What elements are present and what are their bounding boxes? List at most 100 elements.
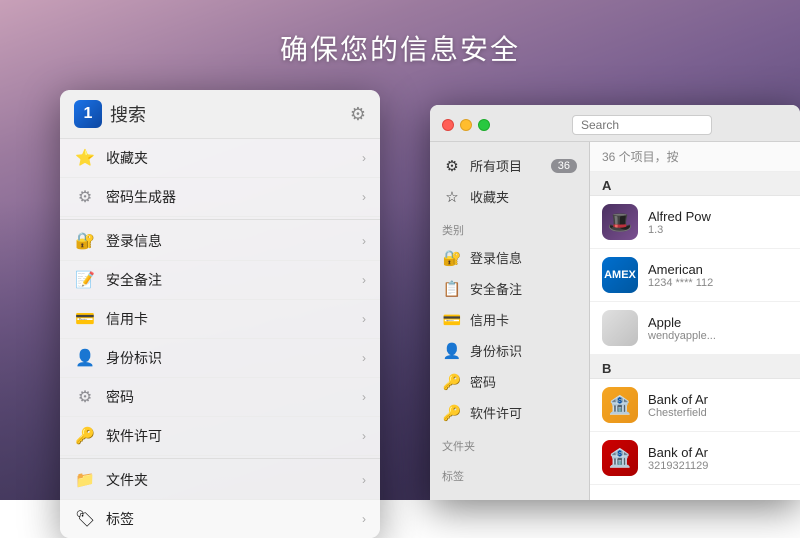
mini-item-passwords[interactable]: ⚙ 密码 › [60, 378, 380, 417]
alfred-sub: 1.3 [648, 224, 788, 236]
logins-label: 登录信息 [470, 248, 577, 267]
sidebar-item-logins[interactable]: 🔐 登录信息 [430, 242, 589, 273]
mini-gear-icon[interactable]: ⚙ [350, 104, 366, 125]
sidebar-item-all[interactable]: ⚙ 所有项目 36 [430, 150, 589, 181]
list-item-bank2[interactable]: 🏦 Bank of Ar 3219321129 [590, 432, 800, 485]
passwords-label: 密码 [106, 387, 362, 407]
chevron-icon: › [362, 234, 366, 248]
identity-icon: 👤 [74, 347, 96, 369]
section-b: B [590, 355, 800, 379]
credit-cards-label: 信用卡 [106, 309, 362, 329]
bank2-icon: 🏦 [602, 440, 638, 476]
main-list: 36 个项目，按 A 🎩 Alfred Pow 1.3 AMEX America… [590, 142, 800, 500]
main-window: ⚙ 所有项目 36 ☆ 收藏夹 类别 🔐 登录信息 📋 安全备注 💳 信用卡 [430, 105, 800, 500]
amex-name: American [648, 262, 788, 277]
chevron-icon: › [362, 151, 366, 165]
onepassword-logo: 1 [84, 105, 93, 123]
identity-icon: 👤 [442, 342, 462, 360]
software-label: 软件许可 [106, 426, 362, 446]
chevron-icon: › [362, 273, 366, 287]
all-items-icon: ⚙ [442, 157, 462, 175]
bank1-icon: 🏦 [602, 387, 638, 423]
all-items-label: 所有项目 [470, 156, 551, 175]
mini-item-credit-cards[interactable]: 💳 信用卡 › [60, 300, 380, 339]
identity-label: 身份标识 [106, 348, 362, 368]
secure-notes-icon: 📋 [442, 280, 462, 298]
tags-title: 标签 [430, 458, 589, 488]
mini-item-logins[interactable]: 🔐 登录信息 › [60, 222, 380, 261]
passwords-icon: ⚙ [74, 386, 96, 408]
section-a: A [590, 172, 800, 196]
passwords-icon: 🔑 [442, 373, 462, 391]
apple-icon [602, 310, 638, 346]
password-gen-icon: ⚙ [74, 186, 96, 208]
folders-label: 文件夹 [106, 470, 362, 490]
list-item-bank1[interactable]: 🏦 Bank of Ar Chesterfield [590, 379, 800, 432]
folders-title: 文件夹 [430, 428, 589, 458]
maximize-button[interactable] [478, 119, 490, 131]
sidebar-item-passwords[interactable]: 🔑 密码 [430, 366, 589, 397]
mini-item-folders[interactable]: 📁 文件夹 › [60, 461, 380, 500]
alfred-name: Alfred Pow [648, 209, 788, 224]
items-count: 36 个项目，按 [590, 142, 800, 172]
window-content: ⚙ 所有项目 36 ☆ 收藏夹 类别 🔐 登录信息 📋 安全备注 💳 信用卡 [430, 142, 800, 500]
mini-item-identity[interactable]: 👤 身份标识 › [60, 339, 380, 378]
favorites-label: 收藏夹 [106, 148, 362, 168]
mini-item-tags[interactable]: 🏷 标签 › [60, 500, 380, 538]
password-gen-label: 密码生成器 [106, 187, 362, 207]
mini-menu-header: 1 搜索 ⚙ [60, 90, 380, 139]
credit-cards-icon: 💳 [74, 308, 96, 330]
logins-label: 登录信息 [106, 231, 362, 251]
mini-menu: 1 搜索 ⚙ ⭐ 收藏夹 › ⚙ 密码生成器 › 🔐 登录信息 › 📝 安全备注… [60, 90, 380, 538]
security-title: 安全审查 [430, 488, 589, 500]
apple-info: Apple wendyapple... [648, 315, 788, 342]
close-button[interactable] [442, 119, 454, 131]
divider [60, 458, 380, 459]
chevron-icon: › [362, 190, 366, 204]
mini-item-favorites[interactable]: ⭐ 收藏夹 › [60, 139, 380, 178]
page-title: 确保您的信息安全 [0, 28, 800, 68]
software-icon: 🔑 [442, 404, 462, 422]
secure-notes-label: 安全备注 [106, 270, 362, 290]
list-item-alfred[interactable]: 🎩 Alfred Pow 1.3 [590, 196, 800, 249]
sidebar-item-secure-notes[interactable]: 📋 安全备注 [430, 273, 589, 304]
chevron-icon: › [362, 351, 366, 365]
bank2-info: Bank of Ar 3219321129 [648, 445, 788, 472]
chevron-icon: › [362, 312, 366, 326]
bank1-sub: Chesterfield [648, 407, 788, 419]
apple-name: Apple [648, 315, 788, 330]
onepassword-icon: 1 [74, 100, 102, 128]
amex-icon: AMEX [602, 257, 638, 293]
sidebar: ⚙ 所有项目 36 ☆ 收藏夹 类别 🔐 登录信息 📋 安全备注 💳 信用卡 [430, 142, 590, 500]
alfred-icon: 🎩 [602, 204, 638, 240]
sidebar-item-identity[interactable]: 👤 身份标识 [430, 335, 589, 366]
favorites-label: 收藏夹 [470, 187, 577, 206]
credit-cards-icon: 💳 [442, 311, 462, 329]
chevron-icon: › [362, 390, 366, 404]
sidebar-item-credit-cards[interactable]: 💳 信用卡 [430, 304, 589, 335]
credit-cards-label: 信用卡 [470, 310, 577, 329]
secure-notes-label: 安全备注 [470, 279, 577, 298]
amex-info: American 1234 **** 112 [648, 262, 788, 289]
bank2-name: Bank of Ar [648, 445, 788, 460]
search-input[interactable] [572, 115, 712, 135]
sidebar-item-favorites[interactable]: ☆ 收藏夹 [430, 181, 589, 212]
list-item-apple[interactable]: Apple wendyapple... [590, 302, 800, 355]
traffic-lights-bar [430, 105, 800, 142]
sidebar-item-software[interactable]: 🔑 软件许可 [430, 397, 589, 428]
identity-label: 身份标识 [470, 341, 577, 360]
categories-title: 类别 [430, 212, 589, 242]
logins-icon: 🔐 [74, 230, 96, 252]
minimize-button[interactable] [460, 119, 472, 131]
software-label: 软件许可 [470, 403, 577, 422]
mini-item-software[interactable]: 🔑 软件许可 › [60, 417, 380, 456]
tags-icon: 🏷 [74, 508, 96, 530]
chevron-icon: › [362, 429, 366, 443]
mini-item-secure-notes[interactable]: 📝 安全备注 › [60, 261, 380, 300]
bank1-name: Bank of Ar [648, 392, 788, 407]
software-icon: 🔑 [74, 425, 96, 447]
mini-search-label: 搜索 [110, 101, 350, 127]
mini-item-password-gen[interactable]: ⚙ 密码生成器 › [60, 178, 380, 217]
apple-sub: wendyapple... [648, 330, 788, 342]
list-item-amex[interactable]: AMEX American 1234 **** 112 [590, 249, 800, 302]
